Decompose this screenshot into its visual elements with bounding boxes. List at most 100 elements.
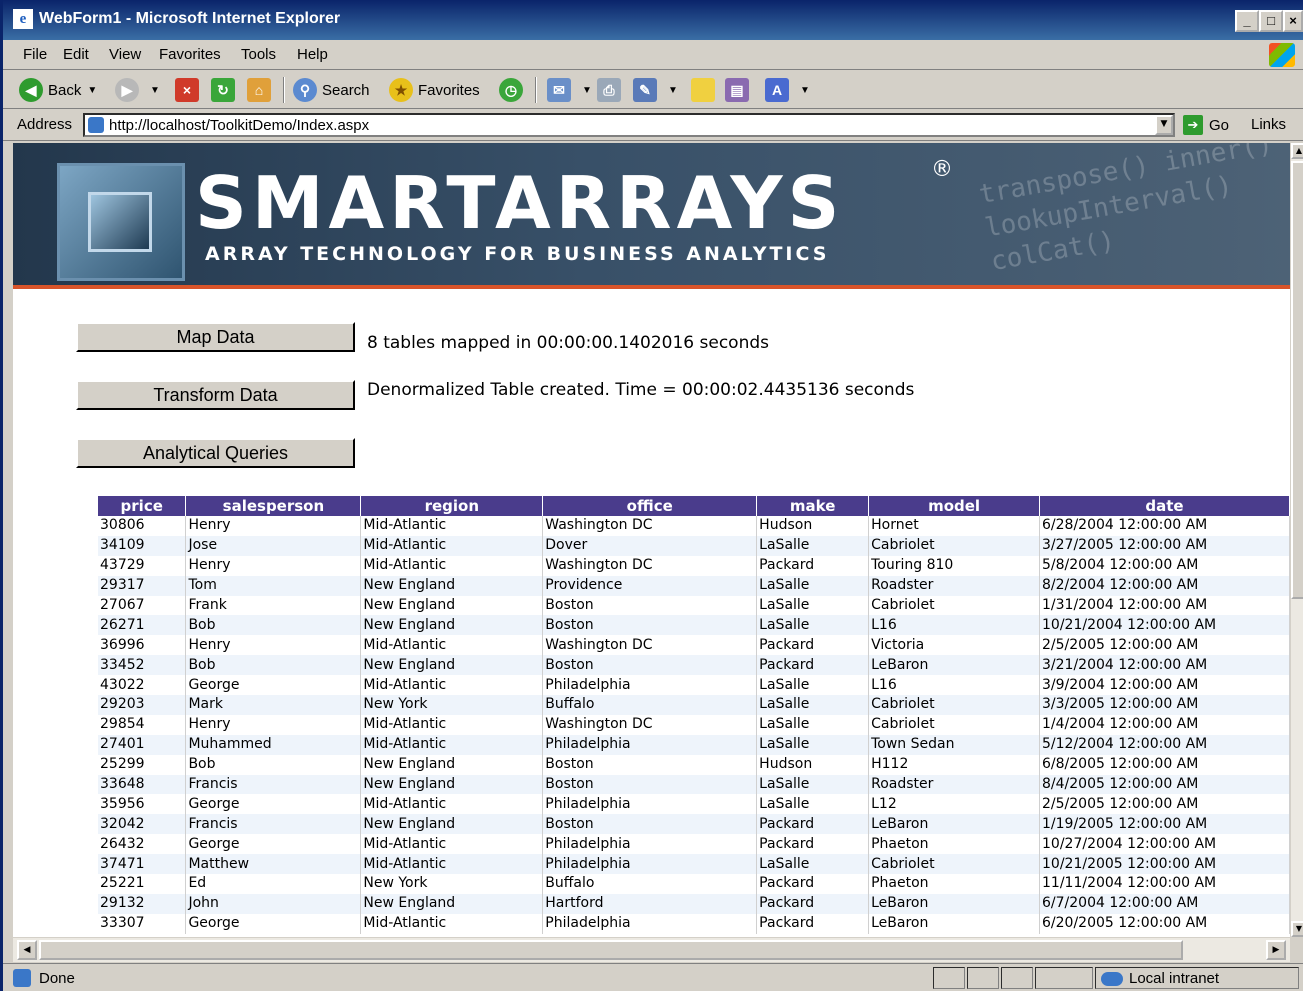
- banner-accent-stripe: [13, 285, 1290, 289]
- font-size-button[interactable]: A ▼: [765, 76, 810, 104]
- cell-region: Mid-Atlantic: [360, 675, 544, 696]
- cell-office: Boston: [542, 615, 758, 636]
- status-pane: [1001, 967, 1033, 989]
- cell-office: Boston: [542, 655, 758, 676]
- go-button[interactable]: ➔ Go: [1183, 115, 1229, 135]
- cell-make: Hudson: [756, 754, 870, 775]
- discuss-button[interactable]: [691, 76, 720, 104]
- status-pane: [1035, 967, 1093, 989]
- refresh-button[interactable]: ↻: [211, 76, 240, 104]
- column-header-salesperson: salesperson: [185, 496, 362, 516]
- favorites-button[interactable]: ★ Favorites: [389, 76, 480, 104]
- cell-price: 36996: [98, 635, 187, 656]
- history-button[interactable]: ◷: [499, 76, 528, 104]
- cell-date: 6/28/2004 12:00:00 AM: [1039, 516, 1290, 536]
- research-button[interactable]: ▤: [725, 76, 754, 104]
- menu-file[interactable]: File: [23, 46, 47, 63]
- cell-model: LeBaron: [868, 655, 1041, 676]
- intranet-icon: [1101, 971, 1123, 986]
- cell-make: LaSalle: [756, 615, 870, 636]
- vertical-scroll-thumb[interactable]: [1291, 161, 1303, 599]
- menu-edit[interactable]: Edit: [63, 46, 89, 63]
- cell-date: 3/9/2004 12:00:00 AM: [1039, 675, 1290, 696]
- table-row: 32042 Francis New England Boston Packard LeBa…: [98, 814, 1290, 835]
- minimize-button[interactable]: _: [1235, 10, 1259, 32]
- horizontal-scroll-thumb[interactable]: [39, 940, 1183, 960]
- close-button[interactable]: ×: [1283, 10, 1303, 32]
- cell-date: 11/11/2004 12:00:00 AM: [1039, 874, 1290, 894]
- cell-office: Philadelphia: [542, 834, 758, 855]
- back-button[interactable]: ◀ Back ▼: [19, 76, 97, 104]
- cell-salesperson: George: [185, 834, 362, 855]
- transform-data-button[interactable]: Transform Data: [76, 380, 355, 410]
- cell-make: Packard: [756, 814, 870, 835]
- cell-make: Packard: [756, 834, 870, 855]
- cell-office: Philadelphia: [542, 913, 758, 934]
- links-button[interactable]: Links: [1251, 116, 1286, 133]
- search-icon: ⚲: [293, 78, 317, 102]
- cell-price: 30806: [98, 516, 187, 536]
- cell-region: Mid-Atlantic: [360, 555, 544, 576]
- menu-tools[interactable]: Tools: [241, 46, 276, 63]
- cell-office: Buffalo: [542, 695, 758, 715]
- cell-price: 25299: [98, 754, 187, 775]
- note-icon: [691, 78, 715, 102]
- cell-office: Philadelphia: [542, 675, 758, 696]
- horizontal-scrollbar[interactable]: ◀ ▶: [13, 937, 1290, 962]
- cell-make: Packard: [756, 874, 870, 894]
- menu-favorites[interactable]: Favorites: [159, 46, 221, 63]
- scroll-right-icon[interactable]: ▶: [1266, 940, 1286, 960]
- windows-logo-icon: [1269, 43, 1295, 67]
- cell-price: 29317: [98, 575, 187, 596]
- cell-region: New England: [360, 615, 544, 636]
- address-bar: Address http://localhost/ToolkitDemo/Ind…: [3, 110, 1303, 141]
- cell-date: 3/3/2005 12:00:00 AM: [1039, 695, 1290, 715]
- cell-date: 5/8/2004 12:00:00 AM: [1039, 555, 1290, 576]
- cell-salesperson: Henry: [185, 635, 362, 656]
- cell-make: Packard: [756, 913, 870, 934]
- forward-dropdown-icon: ▼: [150, 84, 160, 96]
- address-input[interactable]: http://localhost/ToolkitDemo/Index.aspx …: [83, 113, 1175, 137]
- cell-make: LaSalle: [756, 774, 870, 795]
- address-label: Address: [17, 116, 73, 133]
- registered-mark: ®: [931, 157, 953, 182]
- print-button[interactable]: ⎙: [597, 76, 626, 104]
- title-bar: e WebForm1 - Microsoft Internet Explorer…: [3, 0, 1303, 40]
- cell-region: Mid-Atlantic: [360, 635, 544, 656]
- stop-icon: ×: [175, 78, 199, 102]
- cell-make: Packard: [756, 893, 870, 914]
- cell-price: 35956: [98, 794, 187, 815]
- browser-window: e WebForm1 - Microsoft Internet Explorer…: [0, 0, 1303, 991]
- address-dropdown-icon[interactable]: ▼: [1155, 115, 1173, 135]
- column-header-date: date: [1039, 496, 1290, 516]
- mail-button[interactable]: ✉ ▼: [547, 76, 592, 104]
- scroll-up-icon[interactable]: ▲: [1291, 143, 1303, 159]
- forward-button[interactable]: ▶ ▼: [115, 76, 160, 104]
- menu-view[interactable]: View: [109, 46, 141, 63]
- cell-salesperson: George: [185, 794, 362, 815]
- map-data-button[interactable]: Map Data: [76, 322, 355, 352]
- search-button[interactable]: ⚲ Search: [293, 76, 370, 104]
- maximize-button[interactable]: □: [1259, 10, 1283, 32]
- analytical-queries-button[interactable]: Analytical Queries: [76, 438, 355, 468]
- star-icon: ★: [389, 78, 413, 102]
- table-row: 43729 Henry Mid-Atlantic Washington DC Packa…: [98, 555, 1290, 576]
- edit-button[interactable]: ✎ ▼: [633, 76, 678, 104]
- cell-office: Boston: [542, 595, 758, 616]
- menu-help[interactable]: Help: [297, 46, 328, 63]
- scroll-down-icon[interactable]: ▼: [1291, 921, 1303, 937]
- table-body: 30806 Henry Mid-Atlantic Washington DC Hudso…: [98, 516, 1290, 934]
- cell-price: 43729: [98, 555, 187, 576]
- cell-date: 1/19/2005 12:00:00 AM: [1039, 814, 1290, 835]
- cell-salesperson: Tom: [185, 575, 362, 596]
- scroll-left-icon[interactable]: ◀: [17, 940, 37, 960]
- cell-salesperson: Henry: [185, 555, 362, 576]
- stop-button[interactable]: ×: [175, 76, 204, 104]
- cell-region: New England: [360, 893, 544, 914]
- cell-date: 6/7/2004 12:00:00 AM: [1039, 893, 1290, 914]
- cell-salesperson: John: [185, 893, 362, 914]
- cell-make: LaSalle: [756, 854, 870, 875]
- vertical-scrollbar[interactable]: ▲ ▼: [1290, 143, 1303, 937]
- window-title: WebForm1 - Microsoft Internet Explorer: [39, 10, 341, 27]
- home-button[interactable]: ⌂: [247, 76, 276, 104]
